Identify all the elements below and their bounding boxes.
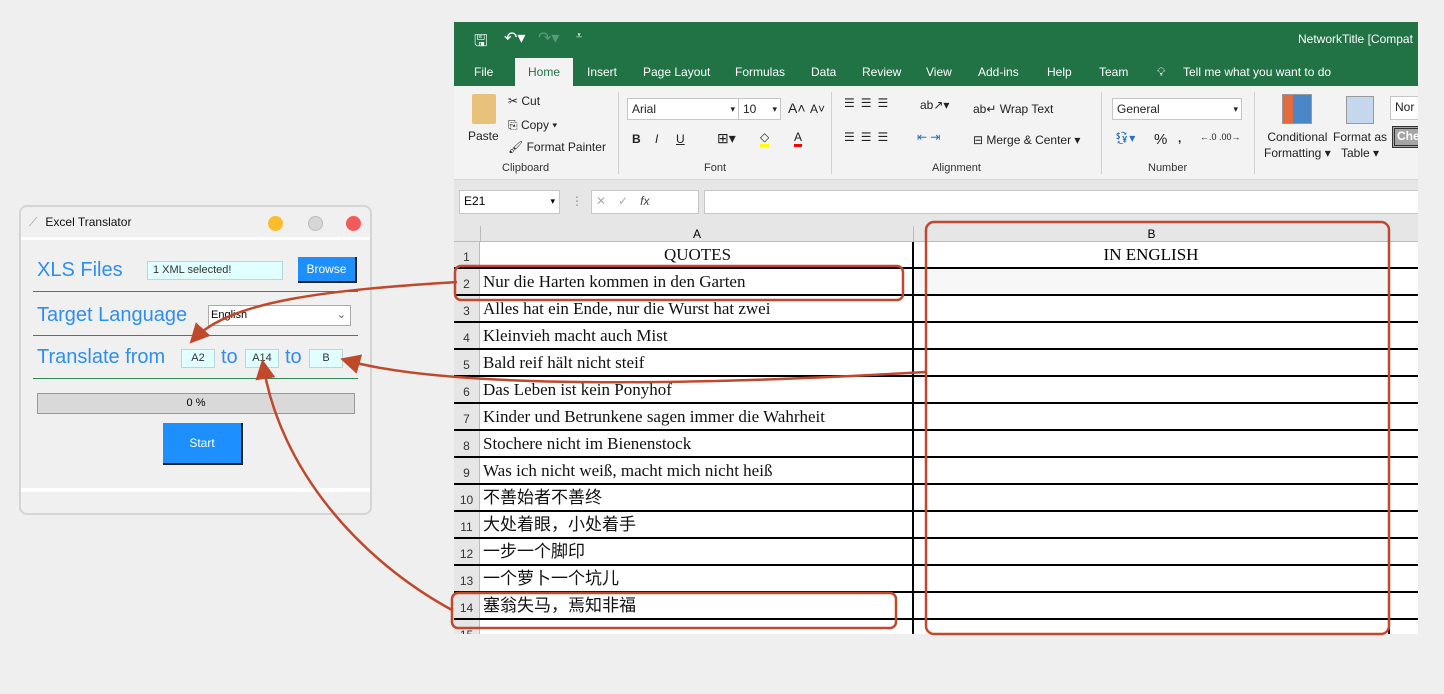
arrow-a14 [255, 359, 453, 612]
arrow-column-b [340, 354, 927, 384]
highlight-row-2 [453, 264, 905, 302]
annotation-overlay [189, 220, 1391, 636]
highlight-row-14 [450, 591, 898, 630]
highlight-column-b [924, 220, 1391, 636]
arrow-a2 [189, 280, 458, 344]
